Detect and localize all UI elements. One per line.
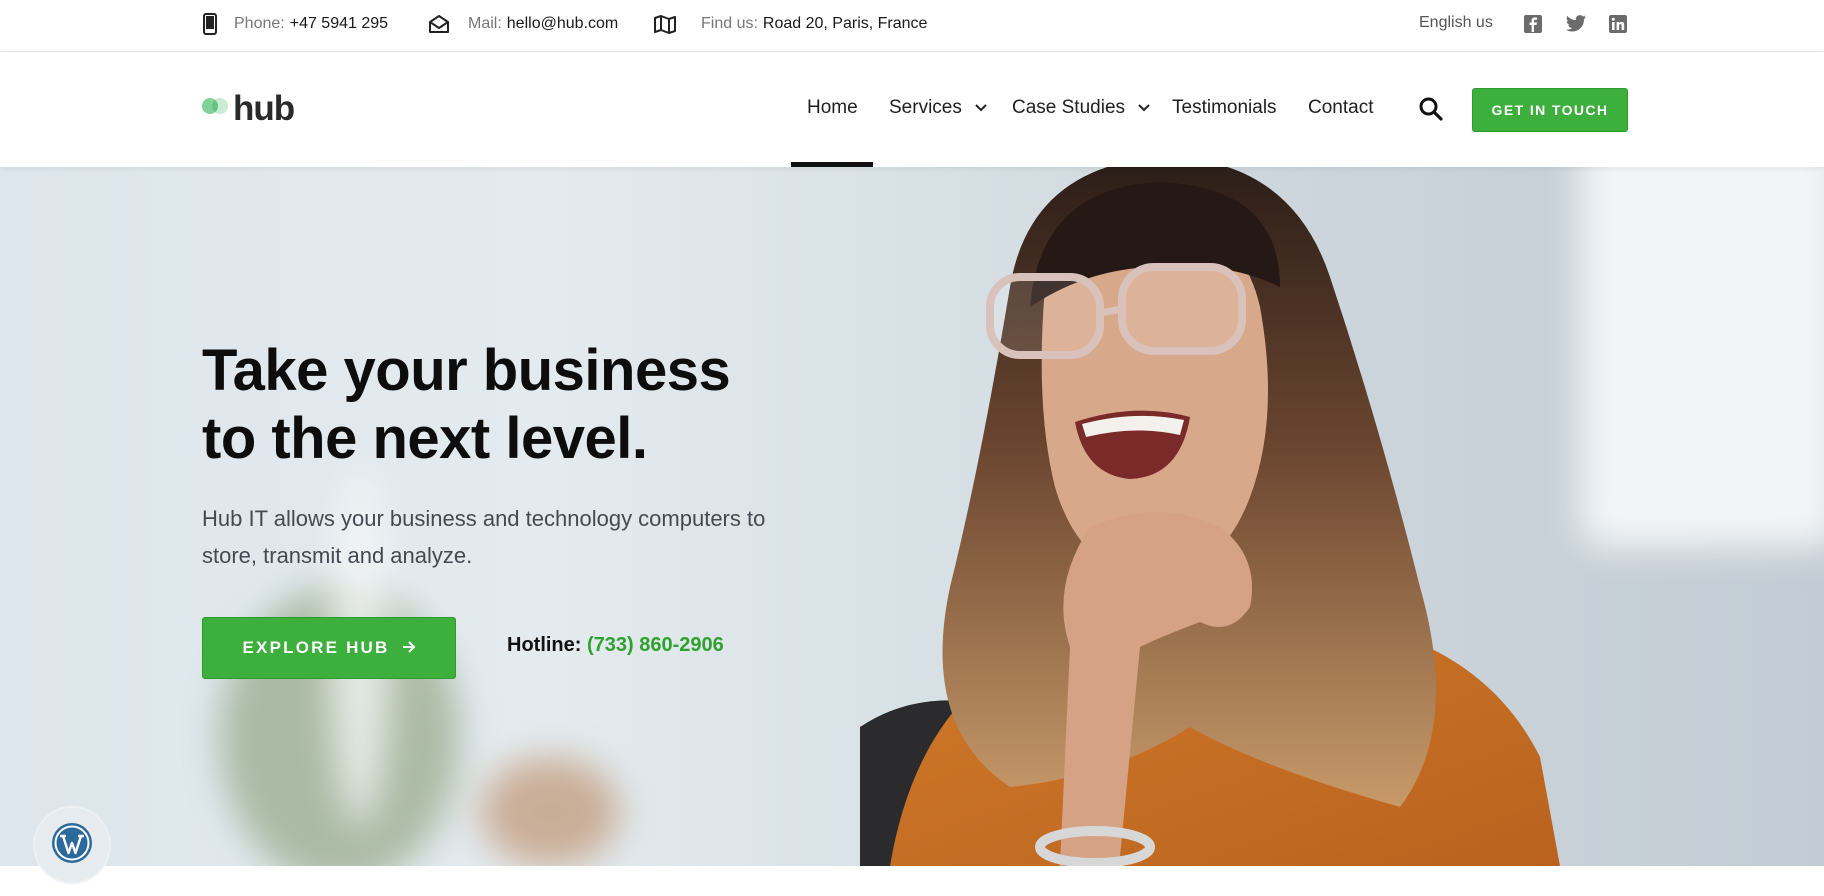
- linkedin-icon[interactable]: [1608, 14, 1628, 34]
- nav-item-label: Testimonials: [1172, 97, 1277, 118]
- nav-item-label: Case Studies: [1012, 97, 1126, 118]
- nav-item-label: Home: [807, 97, 858, 118]
- hotline: Hotline: (733) 860-2906: [507, 634, 724, 657]
- nav-item-label: Services: [889, 97, 962, 118]
- hero-title-line-1: Take your business: [202, 338, 731, 403]
- main-header: hub Home Services Case Studies Testimoni…: [0, 53, 1824, 167]
- nav-item-contact[interactable]: Contact: [1308, 93, 1373, 123]
- hero-portrait-image: [860, 167, 1560, 866]
- hotline-label: Hotline:: [507, 634, 582, 656]
- nav-item-services[interactable]: Services: [889, 93, 988, 123]
- nav-item-home[interactable]: Home: [807, 93, 858, 123]
- nav-active-indicator: [791, 162, 873, 167]
- top-contact-bar: Phone: +47 5941 295 Mail: hello@hub.com …: [0, 0, 1824, 52]
- search-icon[interactable]: [1418, 96, 1444, 122]
- phone-number[interactable]: +47 5941 295: [290, 15, 388, 33]
- phone-info: Phone: +47 5941 295: [202, 12, 388, 36]
- explore-button-label: EXPLORE HUB: [242, 638, 390, 657]
- chevron-down-icon: [974, 103, 988, 113]
- explore-hub-button[interactable]: EXPLORE HUB: [202, 617, 456, 679]
- background-pot: [480, 757, 620, 866]
- logo-mark-overlay: [212, 98, 228, 114]
- mail-info: Mail: hello@hub.com: [428, 12, 618, 36]
- wordpress-badge[interactable]: [35, 808, 109, 882]
- envelope-icon: [428, 14, 450, 34]
- nav-item-case-studies[interactable]: Case Studies: [1012, 93, 1151, 123]
- page-bottom: [0, 866, 1824, 896]
- nav-item-testimonials[interactable]: Testimonials: [1172, 93, 1277, 123]
- mail-address[interactable]: hello@hub.com: [507, 15, 618, 33]
- hotline-number[interactable]: (733) 860-2906: [587, 634, 724, 656]
- location-address: Road 20, Paris, France: [762, 15, 928, 32]
- logo-text: hub: [233, 89, 295, 128]
- language-switcher[interactable]: English us: [1419, 12, 1493, 34]
- facebook-icon[interactable]: [1523, 14, 1543, 34]
- get-in-touch-button[interactable]: GET IN TOUCH: [1472, 88, 1628, 132]
- chevron-down-icon: [1137, 103, 1151, 113]
- hero-subtitle: Hub IT allows your business and technolo…: [202, 506, 766, 568]
- wordpress-icon: [50, 821, 94, 870]
- location-label: Find us:: [701, 15, 758, 32]
- nav-item-label: Contact: [1308, 97, 1374, 118]
- hero-title: Take your business to the next level.: [202, 337, 731, 473]
- hero-section: Take your business to the next level. Hu…: [0, 167, 1824, 866]
- location-info: Find us: Road 20, Paris, France: [653, 12, 927, 36]
- phone-label: Phone:: [234, 15, 285, 32]
- phone-icon: [202, 13, 218, 35]
- arrow-right-icon: [402, 638, 416, 658]
- hero-title-line-2: to the next level.: [202, 406, 648, 471]
- twitter-icon[interactable]: [1565, 14, 1587, 34]
- map-icon: [653, 14, 677, 34]
- mail-label: Mail:: [468, 15, 502, 32]
